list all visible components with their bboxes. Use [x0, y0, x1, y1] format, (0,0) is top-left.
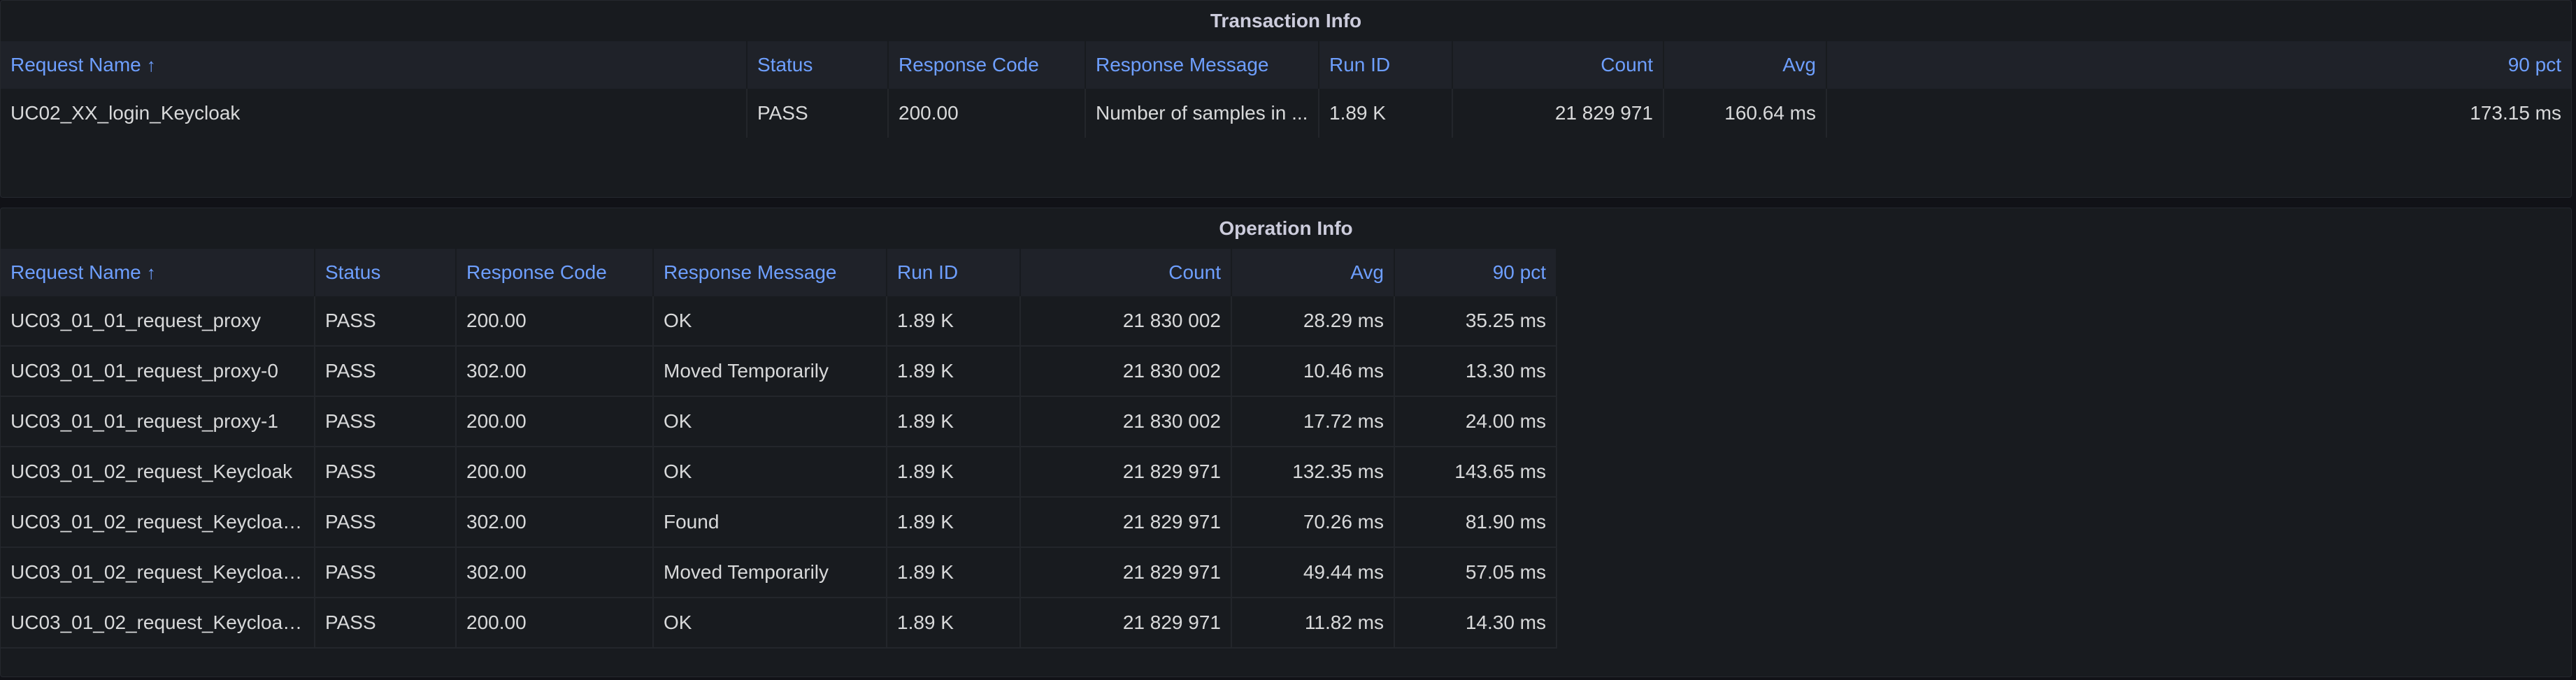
cell-response-message: OK	[654, 296, 887, 345]
cell-response-code: 302.00	[457, 548, 654, 597]
cell-run-id: 1.89 K	[887, 347, 1021, 396]
cell-request-name: UC03_01_01_request_proxy-0	[1, 347, 315, 396]
cell-request-name: UC03_01_01_request_proxy	[1, 296, 315, 345]
column-header-status[interactable]: Status	[315, 249, 457, 296]
cell-90-pct: 35.25 ms	[1395, 296, 1557, 345]
cell-count: 21 830 002	[1021, 296, 1232, 345]
cell-90-pct: 24.00 ms	[1395, 397, 1557, 446]
cell-count: 21 829 971	[1021, 498, 1232, 547]
cell-90-pct: 57.05 ms	[1395, 548, 1557, 597]
cell-90-pct: 13.30 ms	[1395, 347, 1557, 396]
cell-request-name: UC03_01_02_request_Keycloak-2	[1, 598, 315, 647]
table-row: UC03_01_01_request_proxy PASS 200.00 OK …	[1, 296, 1557, 347]
table-row: UC03_01_02_request_Keycloak-2 PASS 200.0…	[1, 598, 1557, 649]
cell-response-message: Found	[654, 498, 887, 547]
cell-response-code: 200.00	[889, 89, 1086, 138]
cell-response-message: OK	[654, 598, 887, 647]
cell-avg: 160.64 ms	[1664, 89, 1827, 138]
sort-ascending-icon: ↑	[146, 55, 156, 75]
table-row: UC02_XX_login_Keycloak PASS 200.00 Numbe…	[1, 89, 2571, 138]
table-header-row: Request Name ↑ Status Response Code Respo…	[1, 249, 1557, 296]
cell-90-pct: 81.90 ms	[1395, 498, 1557, 547]
cell-run-id: 1.89 K	[1319, 89, 1453, 138]
cell-response-message: OK	[654, 397, 887, 446]
cell-response-code: 302.00	[457, 498, 654, 547]
table-row: UC03_01_02_request_Keycloak PASS 200.00 …	[1, 447, 1557, 498]
table-row: UC03_01_02_request_Keycloak-1 PASS 302.0…	[1, 548, 1557, 598]
column-header-response-message[interactable]: Response Message	[1086, 41, 1319, 89]
cell-status: PASS	[315, 347, 457, 396]
cell-count: 21 829 971	[1021, 548, 1232, 597]
column-header-90-pct[interactable]: 90 pct	[1395, 249, 1557, 296]
sort-ascending-icon: ↑	[146, 262, 156, 283]
column-header-request-name[interactable]: Request Name ↑	[1, 41, 747, 89]
panel-title: Operation Info	[1219, 217, 1353, 239]
cell-count: 21 829 971	[1021, 447, 1232, 496]
cell-response-message: OK	[654, 447, 887, 496]
cell-request-name: UC03_01_01_request_proxy-1	[1, 397, 315, 446]
cell-90-pct: 143.65 ms	[1395, 447, 1557, 496]
column-header-avg[interactable]: Avg	[1664, 41, 1827, 89]
cell-count: 21 830 002	[1021, 397, 1232, 446]
cell-run-id: 1.89 K	[887, 498, 1021, 547]
cell-count: 21 829 971	[1453, 89, 1664, 138]
cell-request-name: UC02_XX_login_Keycloak	[1, 89, 747, 138]
column-header-avg[interactable]: Avg	[1232, 249, 1395, 296]
cell-status: PASS	[315, 498, 457, 547]
operation-info-panel: Operation Info Request Name ↑ Status Resp…	[0, 208, 2572, 677]
cell-avg: 28.29 ms	[1232, 296, 1395, 345]
cell-run-id: 1.89 K	[887, 447, 1021, 496]
cell-response-code: 200.00	[457, 598, 654, 647]
column-header-response-code[interactable]: Response Code	[889, 41, 1086, 89]
cell-response-code: 200.00	[457, 397, 654, 446]
cell-status: PASS	[315, 397, 457, 446]
column-header-response-message[interactable]: Response Message	[654, 249, 887, 296]
column-header-request-name[interactable]: Request Name ↑	[1, 249, 315, 296]
cell-status: PASS	[315, 447, 457, 496]
column-header-run-id[interactable]: Run ID	[1319, 41, 1453, 89]
column-header-response-code[interactable]: Response Code	[457, 249, 654, 296]
cell-avg: 132.35 ms	[1232, 447, 1395, 496]
cell-status: PASS	[315, 548, 457, 597]
column-header-90-pct[interactable]: 90 pct	[1827, 41, 2571, 89]
cell-response-code: 200.00	[457, 296, 654, 345]
table-row: UC03_01_01_request_proxy-1 PASS 200.00 O…	[1, 397, 1557, 447]
cell-run-id: 1.89 K	[887, 296, 1021, 345]
cell-response-message: Moved Temporarily	[654, 347, 887, 396]
cell-count: 21 830 002	[1021, 347, 1232, 396]
cell-90-pct: 173.15 ms	[2470, 102, 2561, 124]
cell-run-id: 1.89 K	[887, 397, 1021, 446]
cell-request-name: UC03_01_02_request_Keycloak	[1, 447, 315, 496]
column-header-count[interactable]: Count	[1021, 249, 1232, 296]
cell-request-name: UC03_01_02_request_Keycloak-0	[1, 498, 315, 547]
cell-run-id: 1.89 K	[887, 598, 1021, 647]
column-header-count[interactable]: Count	[1453, 41, 1664, 89]
cell-avg: 49.44 ms	[1232, 548, 1395, 597]
panel-title: Transaction Info	[1210, 10, 1362, 31]
cell-response-message: Moved Temporarily	[654, 548, 887, 597]
column-header-status[interactable]: Status	[747, 41, 889, 89]
cell-run-id: 1.89 K	[887, 548, 1021, 597]
cell-count: 21 829 971	[1021, 598, 1232, 647]
column-header-run-id[interactable]: Run ID	[887, 249, 1021, 296]
table-row: UC03_01_02_request_Keycloak-0 PASS 302.0…	[1, 498, 1557, 548]
cell-response-message: Number of samples in ...	[1086, 89, 1319, 138]
cell-request-name: UC03_01_02_request_Keycloak-1	[1, 548, 315, 597]
transaction-info-panel: Transaction Info Request Name ↑ Status Re…	[0, 0, 2572, 198]
cell-avg: 17.72 ms	[1232, 397, 1395, 446]
cell-avg: 70.26 ms	[1232, 498, 1395, 547]
cell-response-code: 302.00	[457, 347, 654, 396]
cell-90-pct: 14.30 ms	[1395, 598, 1557, 647]
transaction-table: Request Name ↑ Status Response Code Respo…	[1, 41, 2571, 138]
cell-avg: 10.46 ms	[1232, 347, 1395, 396]
cell-status: PASS	[747, 89, 889, 138]
table-header-row: Request Name ↑ Status Response Code Respo…	[1, 41, 2571, 89]
cell-avg: 11.82 ms	[1232, 598, 1395, 647]
cell-status: PASS	[315, 296, 457, 345]
operation-table: Request Name ↑ Status Response Code Respo…	[1, 249, 2571, 649]
cell-response-code: 200.00	[457, 447, 654, 496]
cell-status: PASS	[315, 598, 457, 647]
table-row: UC03_01_01_request_proxy-0 PASS 302.00 M…	[1, 347, 1557, 397]
